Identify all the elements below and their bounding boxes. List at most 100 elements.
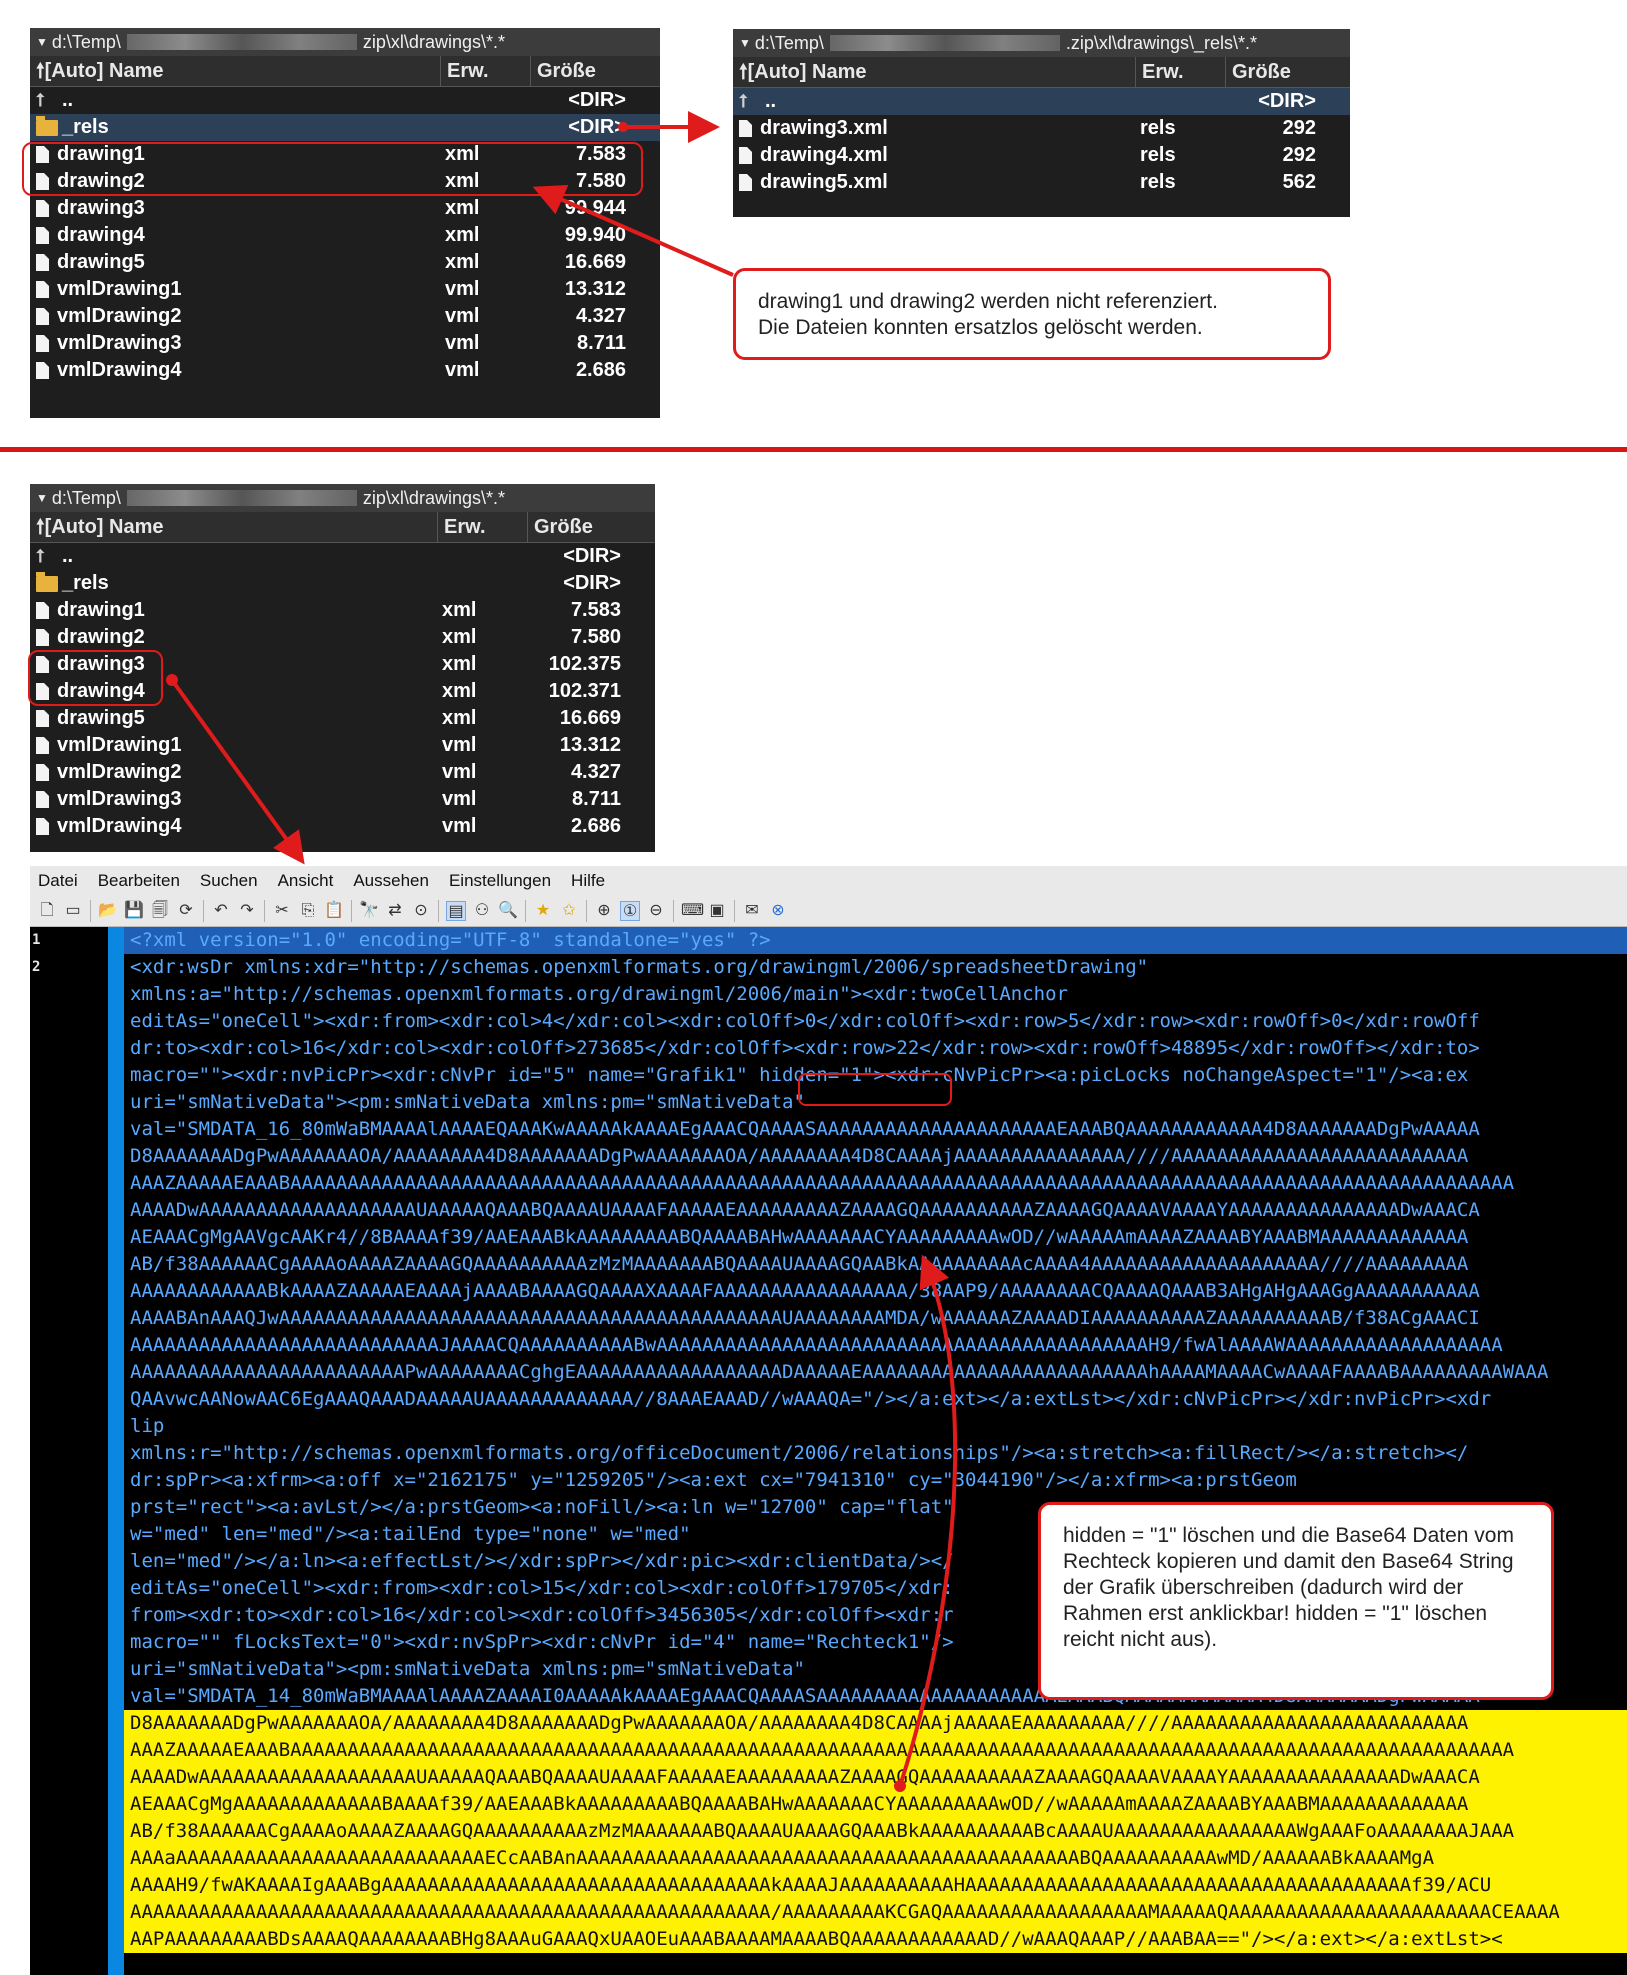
copy-icon[interactable]: ⎘	[298, 901, 318, 921]
close-icon[interactable]: ⊗	[768, 901, 788, 921]
code-line: AAAABAnAAAQJwAAAAAAAAAAAAAAAAAAAAAAAAAAA…	[130, 1307, 1480, 1329]
code-line: AB/f38AAAAAACgAAAAoAAAAZAAAAGQAAAAAAAAAA…	[108, 1818, 1627, 1845]
menu-item-ansicht[interactable]: Ansicht	[278, 871, 334, 891]
column-name[interactable]: 🠕[Auto] Name	[30, 512, 438, 542]
file-size: 562	[1282, 171, 1316, 193]
code-line: dr:to><xdr:col>16</xdr:col><xdr:colOff>2…	[130, 1037, 1480, 1059]
file-list-row[interactable]: drawing2 xml 7.580	[30, 624, 655, 651]
file-ext	[441, 87, 531, 114]
panel-path[interactable]: ▼ d:\Temp\ zip\xl\drawings\*.*	[30, 28, 660, 56]
column-size[interactable]: Größe	[528, 512, 655, 542]
file-ext: xml	[445, 197, 480, 219]
file-list-row[interactable]: drawing1 xml 7.583	[30, 597, 655, 624]
column-ext[interactable]: Erw.	[438, 512, 528, 542]
open-folder-icon[interactable]: 📂	[98, 901, 118, 921]
file-list-row[interactable]: vmlDrawing4 vml 2.686	[30, 357, 660, 384]
column-ext[interactable]: Erw.	[1136, 57, 1226, 87]
file-list-row[interactable]: drawing4.xml rels 292	[733, 142, 1350, 169]
column-size[interactable]: Größe	[1226, 57, 1350, 87]
file-icon	[36, 737, 49, 754]
menu-item-bearbeiten[interactable]: Bearbeiten	[98, 871, 180, 891]
bookmark-icon[interactable]: ★	[533, 901, 553, 921]
file-ext: vml	[442, 761, 477, 783]
panel-path[interactable]: ▼ d:\Temp\ .zip\xl\drawings\_rels\*.*	[733, 29, 1350, 57]
file-size: 4.327	[570, 761, 621, 783]
file-ext: rels	[1140, 117, 1176, 139]
goto-icon[interactable]: ⊙	[411, 901, 431, 921]
new-file-icon[interactable]: 🗋	[37, 901, 57, 921]
column-name[interactable]: 🠕[Auto] Name	[733, 57, 1136, 87]
bookmark-all-icon[interactable]: ✩	[559, 901, 579, 921]
file-size: 99.940	[564, 224, 626, 246]
column-name[interactable]: 🠕[Auto] Name	[30, 56, 441, 86]
file-list-row[interactable]: vmlDrawing1 vml 13.312	[30, 732, 655, 759]
code-line: AAAADwAAAAAAAAAAAAAAAAAAAUAAAAAQAAABQAAA…	[130, 1199, 1480, 1221]
file-ext: vml	[442, 815, 477, 837]
save-icon[interactable]: 💾	[124, 901, 144, 921]
file-list-row[interactable]: drawing5 xml 16.669	[30, 705, 655, 732]
file-name: drawing5	[57, 707, 145, 729]
toolbar: 🗋 ▭ 📂 💾 🗐 ⟳ ↶ ↷ ✂ ⎘ 📋 🔭 ⇄ ⊙ ▤ ⚇ 🔍 ★ ✩ ⊕ ① ⊖ ⌨ ▣ ✉ ⊗	[30, 896, 1627, 927]
file-list-row[interactable]: drawing4 xml 99.940	[30, 222, 660, 249]
file-size: <DIR>	[568, 89, 626, 111]
file-name: drawing3	[57, 197, 145, 219]
file-list-row[interactable]: vmlDrawing3 vml 8.711	[30, 330, 660, 357]
file-list-row[interactable]: vmlDrawing1 vml 13.312	[30, 276, 660, 303]
file-list-row[interactable]: _rels <DIR>	[30, 114, 660, 141]
zoom-icon[interactable]: 🔍	[498, 901, 518, 921]
redo-icon[interactable]: ↷	[237, 901, 257, 921]
file-icon	[739, 174, 752, 191]
file-list-row[interactable]: _rels <DIR>	[30, 570, 655, 597]
menu-item-aussehen[interactable]: Aussehen	[353, 871, 429, 891]
cut-icon[interactable]: ✂	[272, 901, 292, 921]
file-list-row[interactable]: ⭡.. <DIR>	[30, 87, 660, 114]
file-list-row[interactable]: drawing3.xml rels 292	[733, 115, 1350, 142]
zoom-in-icon[interactable]: ⊕	[594, 901, 614, 921]
file-ext: rels	[1140, 171, 1176, 193]
file-list-row[interactable]: vmlDrawing4 vml 2.686	[30, 813, 655, 840]
callout-base64-instructions: hidden = "1" löschen und die Base64 Date…	[1038, 1502, 1554, 1700]
column-header: 🠕[Auto] Name Erw. Größe	[30, 512, 655, 543]
file-list-row[interactable]: vmlDrawing3 vml 8.711	[30, 786, 655, 813]
tree-icon[interactable]: ⚇	[472, 901, 492, 921]
save-all-icon[interactable]: 🗐	[150, 901, 170, 921]
file-name-cell: ⭡..	[30, 87, 441, 114]
file-icon	[36, 200, 49, 217]
find-icon[interactable]: 🔭	[359, 901, 379, 921]
dropdown-triangle-icon[interactable]: ▼	[36, 484, 48, 512]
file-list-row[interactable]: ⭡.. <DIR>	[733, 88, 1350, 115]
menu-item-hilfe[interactable]: Hilfe	[571, 871, 605, 891]
reload-icon[interactable]: ⟳	[176, 901, 196, 921]
file-list-row[interactable]: drawing5 xml 16.669	[30, 249, 660, 276]
column-ext[interactable]: Erw.	[441, 56, 531, 86]
wrap-icon[interactable]: ▤	[446, 901, 466, 921]
column-size[interactable]: Größe	[531, 56, 660, 86]
dropdown-triangle-icon[interactable]: ▼	[739, 29, 751, 57]
send-icon[interactable]: ✉	[742, 901, 762, 921]
file-ext: xml	[442, 707, 477, 729]
dropdown-triangle-icon[interactable]: ▼	[36, 28, 48, 56]
file-list-row[interactable]: drawing5.xml rels 562	[733, 169, 1350, 196]
replace-icon[interactable]: ⇄	[385, 901, 405, 921]
undo-icon[interactable]: ↶	[211, 901, 231, 921]
file-list-row[interactable]: vmlDrawing2 vml 4.327	[30, 759, 655, 786]
keyboard-icon[interactable]: ⌨	[681, 901, 704, 921]
menu-item-datei[interactable]: Datei	[38, 871, 78, 891]
file-list-row[interactable]: vmlDrawing2 vml 4.327	[30, 303, 660, 330]
file-ext: xml	[442, 653, 477, 675]
section-divider	[0, 447, 1627, 452]
file-list-row[interactable]: ⭡.. <DIR>	[30, 543, 655, 570]
panel-path[interactable]: ▼ d:\Temp\ zip\xl\drawings\*.*	[30, 484, 655, 512]
line-number: 1	[32, 932, 41, 948]
file-name: vmlDrawing4	[57, 359, 182, 381]
paste-icon[interactable]: 📋	[324, 901, 344, 921]
terminal-icon[interactable]: ▣	[707, 901, 727, 921]
new-window-icon[interactable]: ▭	[63, 901, 83, 921]
menu-item-einstellungen[interactable]: Einstellungen	[449, 871, 551, 891]
file-panel-rels: ▼ d:\Temp\ .zip\xl\drawings\_rels\*.* 🠕[…	[733, 29, 1350, 217]
zoom-out-icon[interactable]: ⊖	[646, 901, 666, 921]
menu-item-suchen[interactable]: Suchen	[200, 871, 258, 891]
zoom-reset-icon[interactable]: ①	[620, 901, 640, 921]
file-list-row[interactable]: drawing3 xml 99.944	[30, 195, 660, 222]
file-icon	[36, 602, 49, 619]
